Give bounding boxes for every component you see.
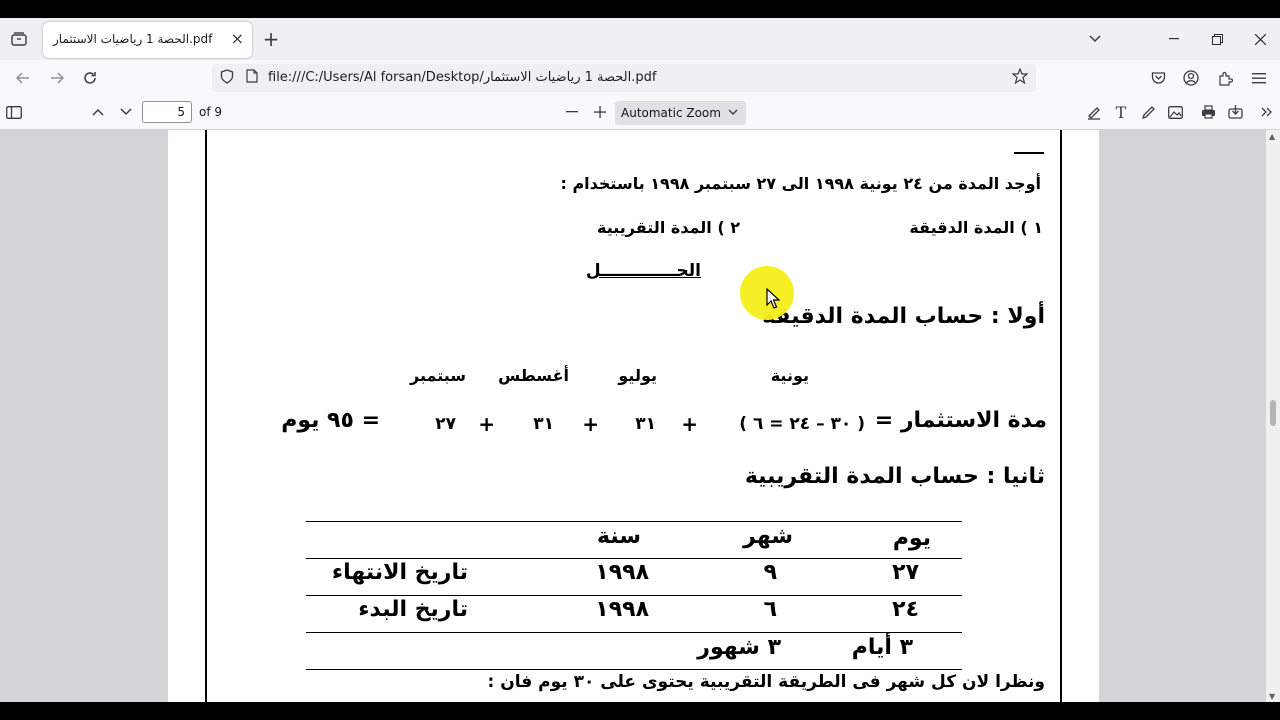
table-diff-days: ٣ أيام	[851, 635, 913, 660]
table-cell-day: ٢٧	[892, 560, 919, 585]
month-label: أغسطس	[498, 366, 569, 385]
month-label: يونية	[770, 366, 809, 385]
zoom-out-icon[interactable]	[560, 100, 584, 124]
option-approx-duration: ٢ ) المدة التقريبية	[597, 218, 740, 237]
tab-strip: الحصة 1 رياضيات الاستثمار.pdf × +	[0, 18, 1280, 60]
zoom-value: Automatic Zoom	[621, 106, 721, 120]
menu-hamburger-icon[interactable]	[1246, 65, 1272, 91]
reload-icon[interactable]	[77, 65, 103, 91]
top-underline-fragment	[1014, 152, 1044, 154]
section1-heading: أولا : حساب المدة الدقيقة	[762, 304, 1045, 329]
forward-arrow-icon[interactable]	[44, 65, 70, 91]
duration-term: ٣١	[533, 414, 554, 434]
table-rule	[306, 595, 962, 596]
mouse-cursor-icon	[766, 287, 781, 314]
duration-plus: +	[582, 412, 599, 436]
pdf-page: أوجد المدة من ٢٤ يونية ١٩٩٨ الى ٢٧ سبتمب…	[168, 130, 1099, 702]
duration-term: ٣١	[635, 414, 656, 434]
table-rule	[306, 558, 962, 559]
minimize-button[interactable]	[1154, 26, 1194, 52]
url-bar[interactable]: file:///C:/Users/Al forsan/Desktop/الحصة…	[212, 64, 1036, 92]
duration-plus: +	[681, 412, 698, 436]
page-number-input[interactable]: 5	[142, 101, 192, 123]
pdf-viewer[interactable]: أوجد المدة من ٢٤ يونية ١٩٩٨ الى ٢٧ سبتمب…	[0, 130, 1280, 702]
bookmark-star-icon[interactable]	[1011, 67, 1029, 88]
navigation-bar: file:///C:/Users/Al forsan/Desktop/الحصة…	[0, 60, 1280, 96]
tab-list-icon[interactable]	[8, 28, 30, 50]
table-cell-day: ٢٤	[892, 597, 919, 622]
previous-page-chevron-icon[interactable]	[86, 100, 110, 124]
restore-button[interactable]	[1197, 26, 1237, 52]
month-label: سبتمبر	[409, 366, 466, 385]
table-cell-month: ٩	[763, 560, 777, 585]
close-tab-icon[interactable]: ×	[231, 30, 244, 48]
extensions-icon[interactable]	[1212, 65, 1238, 91]
table-rule	[306, 669, 962, 670]
draw-pen-icon[interactable]	[1136, 100, 1160, 124]
pocket-icon[interactable]	[1145, 65, 1171, 91]
month-label: يوليو	[618, 366, 657, 385]
duration-label: مدة الاستثمار =	[874, 408, 1047, 433]
option-exact-duration: ١ ) المدة الدقيقة	[909, 218, 1043, 237]
scrollbar-thumb[interactable]	[1270, 400, 1276, 426]
list-all-tabs-chevron-icon[interactable]	[1084, 28, 1106, 50]
duration-term: ( ٣٠ – ٢٤ = ٦ )	[739, 414, 865, 434]
duration-result: = ٩٥ يوم	[281, 408, 380, 433]
table-rule	[306, 521, 962, 522]
letterbox-bottom	[0, 702, 1280, 720]
table-row-label: تاريخ البدء	[358, 597, 468, 622]
solution-heading: الحـــــــــــــل	[585, 261, 701, 281]
section2-heading: ثانيا : حساب المدة التقريبية	[744, 464, 1045, 489]
account-icon[interactable]	[1178, 65, 1204, 91]
page-border-left	[205, 130, 207, 702]
sidebar-toggle-icon[interactable]	[2, 100, 26, 124]
tab-title: الحصة 1 رياضيات الاستثمار.pdf	[53, 32, 213, 46]
table-header: سنة	[597, 524, 641, 549]
more-tools-chevron-icon[interactable]	[1255, 100, 1279, 124]
zoom-in-icon[interactable]	[588, 100, 612, 124]
page-border-right	[1060, 130, 1062, 702]
zoom-select[interactable]: Automatic Zoom	[615, 101, 746, 125]
scroll-down-arrow-icon[interactable]: ▼	[1269, 692, 1275, 701]
table-cell-year: ١٩٩٨	[595, 560, 649, 585]
url-text: file:///C:/Users/Al forsan/Desktop/الحصة…	[268, 70, 657, 85]
page-count-label: of 9	[199, 105, 223, 119]
table-cell-month: ٦	[763, 597, 777, 622]
table-row-label: تاريخ الانتهاء	[331, 560, 468, 585]
footnote-text: ونظرا لان كل شهر فى الطريقة التقريبية يح…	[487, 672, 1045, 692]
close-window-button[interactable]	[1240, 26, 1280, 52]
pdf-toolbar: 5 of 9 Automatic Zoom T	[0, 96, 1280, 130]
question-text: أوجد المدة من ٢٤ يونية ١٩٩٨ الى ٢٧ سبتمب…	[560, 174, 1041, 193]
scroll-up-arrow-icon[interactable]: ▲	[1269, 132, 1275, 141]
image-tool-icon[interactable]	[1163, 100, 1187, 124]
save-download-icon[interactable]	[1223, 100, 1247, 124]
table-diff-months: ٣ شهور	[697, 635, 781, 660]
highlight-icon[interactable]	[1082, 100, 1106, 124]
table-header: شهر	[743, 524, 793, 549]
back-arrow-icon[interactable]	[10, 65, 36, 91]
page-icon	[246, 69, 258, 87]
vertical-scrollbar[interactable]: ▲ ▼	[1266, 130, 1280, 702]
next-page-chevron-icon[interactable]	[114, 100, 138, 124]
chevron-down-icon	[728, 105, 738, 118]
duration-term: ٢٧	[435, 414, 456, 434]
tab-active[interactable]: الحصة 1 رياضيات الاستثمار.pdf ×	[43, 22, 252, 58]
new-tab-icon[interactable]: +	[260, 27, 282, 51]
browser-window: الحصة 1 رياضيات الاستثمار.pdf × + file:/…	[0, 18, 1280, 702]
table-rule	[306, 632, 962, 633]
text-tool-icon[interactable]: T	[1109, 100, 1133, 124]
duration-plus: +	[478, 412, 495, 436]
table-cell-year: ١٩٩٨	[595, 597, 649, 622]
table-header: يوم	[892, 526, 931, 551]
shield-icon[interactable]	[220, 69, 234, 88]
print-icon[interactable]	[1196, 100, 1220, 124]
